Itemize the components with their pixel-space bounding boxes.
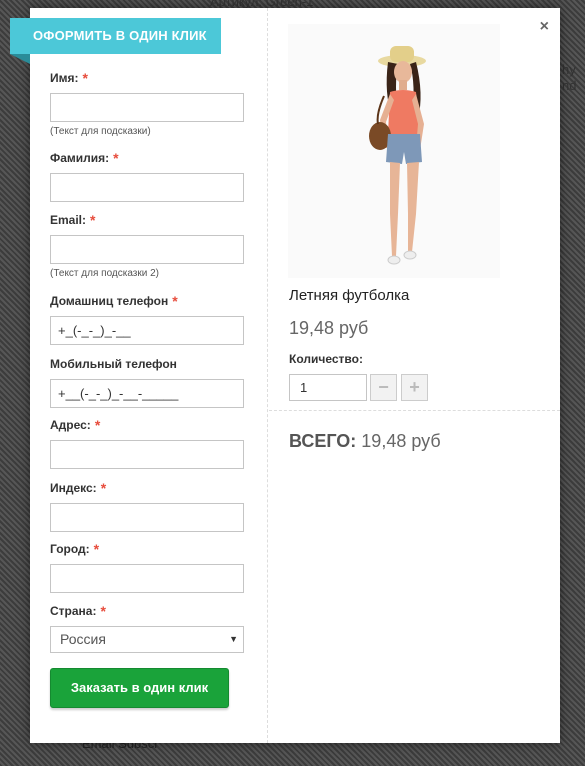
order-form: ОФОРМИТЬ В ОДИН КЛИК Имя: * (Текст для по… xyxy=(10,8,268,743)
country-field-group: Страна: * Россия ▼ xyxy=(50,603,264,653)
name-label: Имя: * xyxy=(50,70,88,86)
city-input[interactable] xyxy=(50,564,244,593)
country-label: Страна: * xyxy=(50,603,106,619)
quantity-increase-button[interactable]: + xyxy=(401,374,428,401)
mobile-phone-label: Мобильный телефон xyxy=(50,357,177,371)
mobile-phone-field-group: Мобильный телефон +__(-_-_)_-__-_____ xyxy=(50,356,264,408)
bg-fragment-hy: hy xyxy=(562,62,576,77)
surname-input[interactable] xyxy=(50,173,244,202)
close-icon[interactable]: × xyxy=(540,18,549,36)
index-label: Индекс: * xyxy=(50,480,107,496)
required-asterisk: * xyxy=(172,293,178,309)
product-title[interactable]: Летняя футболка xyxy=(289,287,409,304)
total-label: ВСЕГО: xyxy=(289,431,357,451)
name-input[interactable] xyxy=(50,93,244,122)
city-field-group: Город: * xyxy=(50,541,264,593)
mobile-phone-input[interactable]: +__(-_-_)_-__-_____ xyxy=(50,379,244,408)
quantity-input[interactable]: 1 xyxy=(289,374,367,401)
home-phone-label: Домашниц телефон * xyxy=(50,293,178,309)
address-field-group: Адрес: * xyxy=(50,417,264,469)
email-hint: (Текст для подсказки 2) xyxy=(50,268,159,279)
home-phone-input[interactable]: +_(-_-_)_-__ xyxy=(50,316,244,345)
product-price: 19,48 руб xyxy=(289,318,369,338)
required-asterisk: * xyxy=(113,150,119,166)
address-label: Адрес: * xyxy=(50,417,101,433)
email-input[interactable] xyxy=(50,235,244,264)
bg-fragment-nd: nd xyxy=(562,78,577,93)
address-input[interactable] xyxy=(50,440,244,469)
surname-label: Фамилия: * xyxy=(50,150,119,166)
one-click-order-modal: ОФОРМИТЬ В ОДИН КЛИК Имя: * (Текст для по… xyxy=(10,8,560,743)
required-asterisk: * xyxy=(100,603,106,619)
modal-title-ribbon: ОФОРМИТЬ В ОДИН КЛИК xyxy=(10,18,221,54)
ribbon-fold xyxy=(10,54,30,64)
country-select[interactable]: Россия ▼ xyxy=(50,626,244,653)
product-image xyxy=(288,24,500,278)
total-value: 19,48 руб xyxy=(361,431,441,451)
email-label: Email: * xyxy=(50,212,96,228)
index-field-group: Индекс: * xyxy=(50,480,264,532)
required-asterisk: * xyxy=(94,417,101,433)
name-hint: (Текст для подсказки) xyxy=(50,126,151,137)
email-field-group: Email: * (Текст для подсказки 2) xyxy=(50,212,264,279)
city-label: Город: * xyxy=(50,541,100,557)
required-asterisk: * xyxy=(82,70,88,86)
order-one-click-button[interactable]: Заказать в один клик xyxy=(50,668,229,708)
required-asterisk: * xyxy=(90,212,96,228)
quantity-label: Количество: xyxy=(289,352,363,366)
name-field-group: Имя: * (Текст для подсказки) xyxy=(50,70,264,137)
quantity-decrease-button[interactable]: − xyxy=(370,374,397,401)
surname-field-group: Фамилия: * xyxy=(50,150,264,202)
divider xyxy=(269,410,560,411)
required-asterisk: * xyxy=(93,541,100,557)
chevron-down-icon: ▼ xyxy=(229,634,238,644)
required-asterisk: * xyxy=(100,480,107,496)
index-input[interactable] xyxy=(50,503,244,532)
country-select-value: Россия xyxy=(60,631,106,647)
order-total: ВСЕГО: 19,48 руб xyxy=(289,431,441,452)
home-phone-field-group: Домашниц телефон * +_(-_-_)_-__ xyxy=(50,293,264,345)
